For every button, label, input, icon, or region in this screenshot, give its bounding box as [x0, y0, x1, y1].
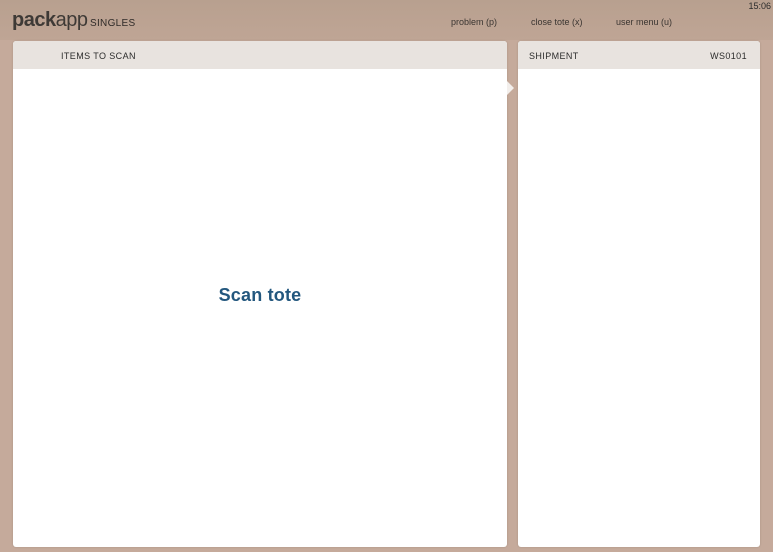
shipment-panel: SHIPMENT WS0101 [518, 41, 760, 547]
problem-link[interactable]: problem (p) [451, 17, 497, 27]
logo-text-light: app [55, 9, 88, 31]
panel-pointer-arrow [507, 81, 514, 95]
mode-label: SINGLES [90, 18, 136, 29]
shipment-panel-header: SHIPMENT WS0101 [518, 41, 760, 69]
close-tote-link[interactable]: close tote (x) [531, 17, 583, 27]
logo-text-bold: pack [12, 9, 56, 31]
items-to-scan-panel: ITEMS TO SCAN Scan tote [13, 41, 507, 547]
scan-prompt: Scan tote [218, 285, 302, 305]
user-menu-link[interactable]: user menu (u) [616, 17, 672, 27]
app-logo: packapp [12, 8, 88, 32]
status-clock: 15:06 [748, 1, 771, 11]
items-panel-header: ITEMS TO SCAN [13, 41, 507, 69]
shipment-panel-title: SHIPMENT [529, 51, 579, 61]
top-bar: packapp SINGLES problem (p) close tote (… [0, 0, 773, 40]
items-panel-title: ITEMS TO SCAN [61, 51, 136, 61]
station-id: WS0101 [710, 51, 747, 61]
